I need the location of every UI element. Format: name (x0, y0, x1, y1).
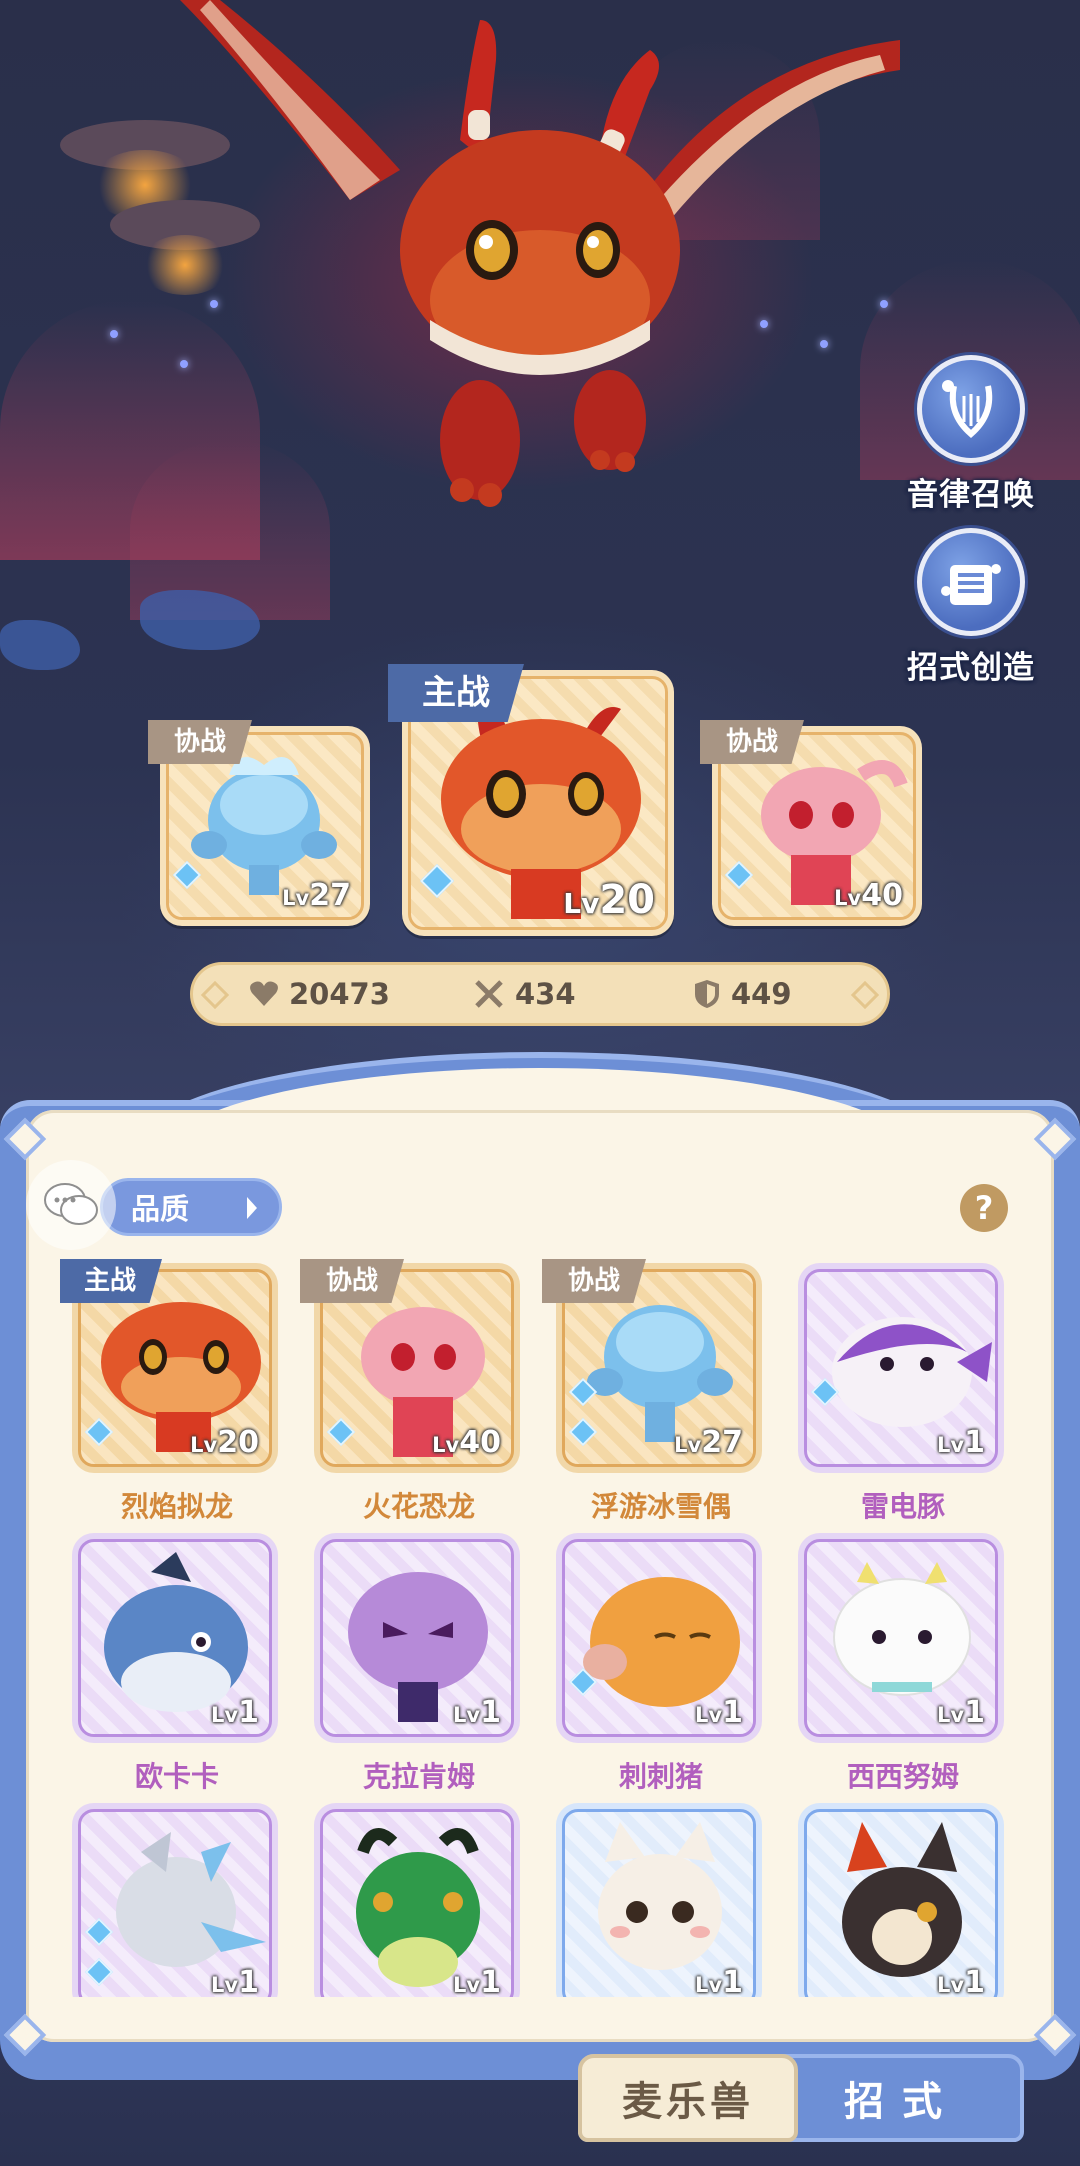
crossed-swords-icon (475, 980, 503, 1008)
quality-filter-button[interactable]: 品质 (100, 1178, 282, 1236)
pet-name: 刺刺猪 (618, 1760, 703, 1793)
pet-name: 雷电豚 (860, 1490, 945, 1523)
pet-card-spark-dino[interactable]: Lv40 协战 火花恐龙 (300, 1259, 524, 1525)
lyre-icon (942, 380, 993, 438)
main-tag: 主战 (388, 664, 524, 722)
pet-card-okaka[interactable]: Lv1 欧卡卡 (72, 1533, 282, 1795)
team-left-level: 27 (309, 878, 351, 913)
hp-value: 20473 (289, 977, 390, 1011)
pet-grid: Lv20 主战 烈焰拟龙 Lv40 协战 火花恐龙 Lv27 协战 浮游冰雪偶 … (60, 1255, 1020, 1997)
shield-icon (695, 980, 719, 1008)
attack-stat: 434 (473, 977, 576, 1011)
tab-skills-label: 招式 (844, 2079, 960, 2125)
team-stats-bar: 20473 434 449 (190, 962, 890, 1026)
fire-dragon-creature (180, 0, 900, 507)
team-main-level: 20 (599, 877, 655, 923)
assist-tag: 协战 (148, 720, 252, 764)
chat-button[interactable] (26, 1160, 116, 1250)
heart-icon (250, 981, 278, 1006)
pet-card-thunder-dolphin[interactable]: Lv1 雷电豚 (798, 1263, 1008, 1525)
assist-tag: 协战 (700, 720, 804, 764)
attack-value: 434 (515, 977, 576, 1011)
music-summon-button[interactable]: 音律召唤 (896, 355, 1046, 514)
team-slot-main[interactable]: Lv20 主战 (388, 664, 674, 936)
pet-card-xixi[interactable]: Lv1 西西努姆 (798, 1533, 1008, 1795)
hp-stat: 20473 (249, 977, 390, 1011)
main-tag: 主战 (60, 1259, 162, 1303)
pet-name: 烈焰拟龙 (120, 1490, 233, 1523)
team-right-level: 40 (861, 878, 903, 913)
team-slot-assist-left[interactable]: Lv27 协战 (148, 720, 370, 926)
pet-name: 欧卡卡 (134, 1760, 219, 1793)
skill-create-button[interactable]: 招式创造 (896, 528, 1046, 687)
pet-card-ice-doll[interactable]: Lv27 协战 浮游冰雪偶 (542, 1259, 766, 1525)
pet-card-white-cat[interactable]: Lv1 (556, 1803, 766, 1997)
quality-filter-label: 品质 (131, 1192, 190, 1226)
team-slot-assist-right[interactable]: Lv40 协战 (700, 720, 922, 926)
defense-value: 449 (731, 977, 792, 1011)
help-button[interactable]: ? (960, 1184, 1008, 1232)
chat-bubble-icon (44, 1183, 98, 1225)
tab-pets[interactable]: 麦乐兽 (578, 2054, 798, 2142)
defense-stat: 449 (693, 977, 792, 1011)
pet-card-green-serpent[interactable]: Lv1 (314, 1803, 524, 1997)
music-book-icon (941, 564, 1001, 605)
pet-name: 克拉肯姆 (362, 1760, 475, 1793)
pet-name: 西西努姆 (846, 1760, 959, 1793)
assist-tag: 协战 (542, 1259, 646, 1303)
pet-card-flame-dragon[interactable]: Lv20 主战 烈焰拟龙 (60, 1259, 282, 1525)
music-summon-label: 音律召唤 (907, 477, 1035, 513)
assist-tag: 协战 (300, 1259, 404, 1303)
pet-card-kraken[interactable]: Lv1 克拉肯姆 (314, 1533, 524, 1795)
pet-card-frost-wolf[interactable]: Lv1 (72, 1803, 282, 1997)
skill-create-label: 招式创造 (907, 650, 1035, 686)
pet-name: 火花恐龙 (362, 1490, 475, 1523)
tab-pets-label: 麦乐兽 (622, 2079, 754, 2125)
pet-card-hedgehog[interactable]: Lv1 刺刺猪 (556, 1533, 766, 1795)
pet-name: 浮游冰雪偶 (590, 1490, 731, 1523)
play-arrow-icon (247, 1197, 257, 1219)
pet-card-dark-fox[interactable]: Lv1 (798, 1803, 1008, 1997)
